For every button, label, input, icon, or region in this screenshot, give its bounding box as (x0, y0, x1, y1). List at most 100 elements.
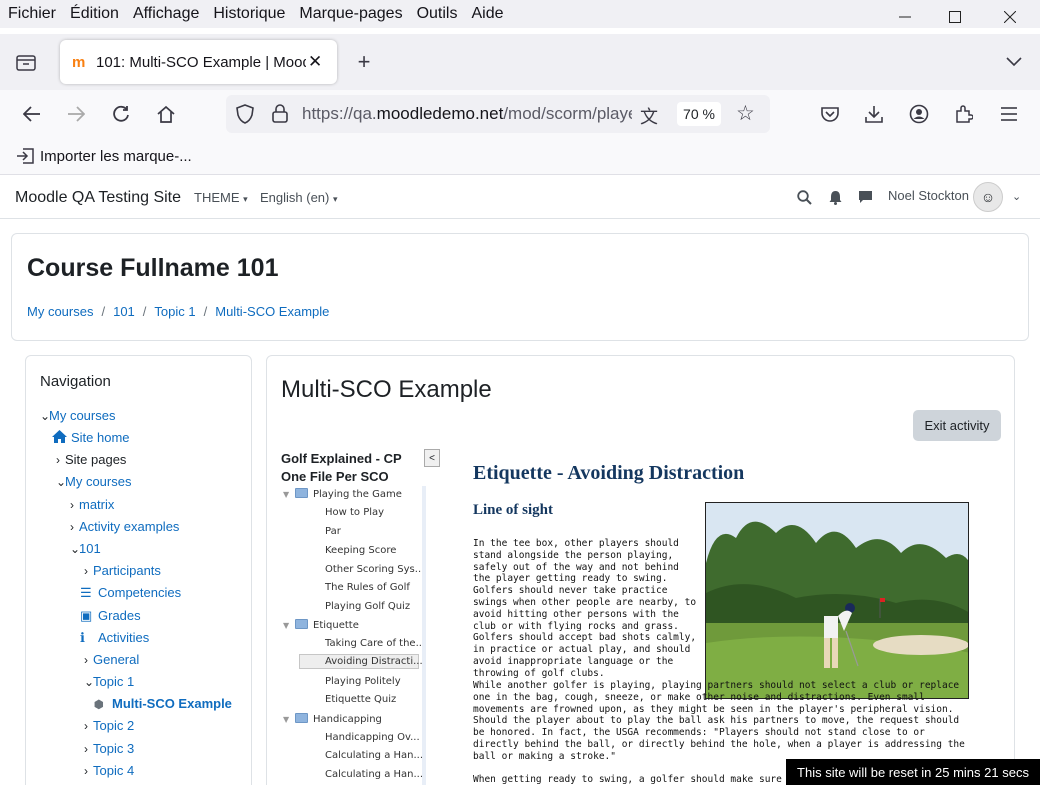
nav-item-my-courses[interactable]: ⌄My courses (40, 408, 115, 423)
minimize-button[interactable] (880, 0, 930, 34)
toc-item-keeping-score[interactable]: Keeping Score (325, 545, 396, 556)
nav-item-general[interactable]: › General (84, 652, 139, 667)
navigation-block: Navigation ⌄My courses Site home › Site p… (25, 355, 252, 785)
toc-item-etiquette-quiz[interactable]: Etiquette Quiz (325, 694, 396, 705)
nav-item-101[interactable]: ⌄101 (70, 541, 101, 556)
toc-item-calculating-handicap-2[interactable]: Calculating a Han... (325, 769, 422, 780)
moodle-favicon-icon: m (72, 53, 86, 71)
menu-outils[interactable]: Outils (417, 5, 458, 23)
nav-item-matrix[interactable]: › matrix (70, 497, 114, 512)
nav-item-topic-1[interactable]: ⌄Topic 1 (84, 674, 134, 689)
chevron-right-icon: › (70, 520, 74, 534)
import-bookmarks-link[interactable]: Importer les marque-... (40, 148, 192, 165)
exit-activity-button[interactable]: Exit activity (913, 410, 1001, 441)
pocket-button[interactable] (818, 102, 842, 126)
menu-aide[interactable]: Aide (471, 5, 503, 23)
tab-active[interactable]: m 101: Multi-SCO Example | Moodle ✕ (60, 40, 337, 84)
chevron-right-icon: › (56, 453, 60, 467)
nav-item-topic-2[interactable]: › Topic 2 (84, 718, 134, 733)
toc-item-rules-of-golf[interactable]: The Rules of Golf (325, 582, 410, 593)
chevron-right-icon: › (84, 742, 88, 756)
breadcrumb-activity[interactable]: Multi-SCO Example (215, 304, 329, 319)
pocket-icon (821, 107, 839, 122)
toc-item-playing-golf-quiz[interactable]: Playing Golf Quiz (325, 601, 410, 612)
toc-item-handicapping[interactable]: ▼ Handicapping (283, 713, 382, 725)
toc-item-calculating-handicap-1[interactable]: Calculating a Han... (325, 750, 422, 761)
new-tab-button[interactable]: + (352, 49, 376, 74)
menu-marque-pages[interactable]: Marque-pages (299, 5, 402, 23)
sco-content-frame: Etiquette - Avoiding Distraction Line of… (473, 462, 973, 785)
list-all-tabs-button[interactable] (1002, 50, 1026, 74)
menu-edition[interactable]: Édition (70, 5, 119, 23)
toc-item-other-scoring[interactable]: Other Scoring Sys... (325, 564, 422, 575)
reload-button[interactable] (109, 102, 133, 126)
folder-icon (295, 619, 308, 629)
maximize-button[interactable] (930, 0, 980, 34)
minimize-icon (899, 16, 911, 18)
menu-fichier[interactable]: Fichier (8, 5, 56, 23)
bookmark-star-icon[interactable]: ☆ (736, 101, 755, 126)
zoom-indicator[interactable]: 70 % (677, 102, 721, 126)
toc-item-avoiding-distraction[interactable]: Avoiding Distracti... (299, 654, 422, 669)
avatar[interactable]: ☺ (973, 182, 1003, 212)
folder-icon (295, 488, 308, 498)
user-name[interactable]: Noel Stockton (888, 188, 969, 203)
account-button[interactable] (907, 102, 931, 126)
back-button[interactable] (20, 102, 44, 126)
toc-item-playing-politely[interactable]: Playing Politely (325, 676, 401, 687)
nav-item-topic-4[interactable]: › Topic 4 (84, 763, 134, 778)
bell-icon[interactable] (829, 190, 842, 205)
tab-title: 101: Multi-SCO Example | Moodle (96, 53, 306, 71)
toc-item-etiquette[interactable]: ▼ Etiquette (283, 619, 359, 631)
toc-item-taking-care[interactable]: Taking Care of the... (325, 638, 422, 649)
breadcrumb-separator: / (101, 304, 106, 319)
nav-item-participants[interactable]: › Participants (84, 563, 161, 578)
golf-photo (705, 502, 969, 699)
page-header: Course Fullname 101 My courses / 101 / T… (11, 233, 1029, 341)
toc-item-how-to-play[interactable]: How to Play (325, 507, 384, 518)
nav-item-topic-3[interactable]: › Topic 3 (84, 741, 134, 756)
forward-button[interactable] (64, 102, 88, 126)
close-window-button[interactable] (985, 0, 1035, 34)
toc-item-par[interactable]: Par (325, 526, 341, 537)
home-button[interactable] (154, 102, 178, 126)
downloads-button[interactable] (862, 102, 886, 126)
home-icon (157, 105, 175, 123)
nav-item-my-courses-2[interactable]: ⌄My courses (56, 474, 131, 489)
chat-icon[interactable] (858, 190, 873, 204)
url-text[interactable]: https://qa.moodledemo.net/mod/scorm/play… (302, 104, 632, 124)
chevron-down-icon: ⌄ (40, 409, 51, 423)
site-name[interactable]: Moodle QA Testing Site (15, 189, 181, 207)
nav-item-competencies[interactable]: ☰ Competencies (80, 585, 181, 601)
address-bar[interactable]: https://qa.moodledemo.net/mod/scorm/play… (226, 95, 770, 133)
nav-item-activity-examples[interactable]: › Activity examples (70, 519, 179, 534)
app-menu-button[interactable] (997, 102, 1021, 126)
toc-item-handicapping-overview[interactable]: Handicapping Ov... (325, 732, 420, 743)
extensions-button[interactable] (952, 102, 976, 126)
search-icon[interactable] (797, 190, 812, 205)
language-menu[interactable]: English (en) ▾ (260, 190, 338, 205)
nav-item-activities[interactable]: ℹ Activities (80, 630, 149, 646)
chevron-down-icon: ⌄ (70, 542, 81, 556)
theme-menu[interactable]: THEME ▾ (194, 190, 248, 205)
nav-item-site-pages[interactable]: › Site pages (56, 452, 126, 467)
chevron-down-icon: ⌄ (84, 675, 95, 689)
firefox-view-button[interactable] (14, 50, 38, 74)
menu-historique[interactable]: Historique (213, 5, 285, 23)
folder-icon (295, 713, 308, 723)
nav-item-grades[interactable]: ▣ Grades (80, 608, 141, 624)
tab-close-icon[interactable]: ✕ (308, 52, 322, 72)
breadcrumb-topic[interactable]: Topic 1 (154, 304, 195, 319)
bookmarks-toolbar: Importer les marque-... (0, 138, 1040, 175)
menu-affichage[interactable]: Affichage (133, 5, 199, 23)
toc-item-playing-the-game[interactable]: ▼ Playing the Game (283, 488, 402, 500)
nav-label: Site pages (65, 452, 127, 467)
chevron-down-icon: ⌄ (56, 475, 67, 489)
breadcrumb-my-courses[interactable]: My courses (27, 304, 93, 319)
translate-icon[interactable]: 文 (640, 103, 658, 129)
toc-hide-button[interactable]: < (424, 449, 440, 467)
user-menu-caret-icon[interactable]: ⌄ (1012, 190, 1021, 203)
nav-item-multi-sco-example[interactable]: ⬢ Multi-SCO Example (94, 696, 232, 711)
nav-item-site-home[interactable]: Site home (52, 430, 130, 445)
breadcrumb-course[interactable]: 101 (113, 304, 135, 319)
